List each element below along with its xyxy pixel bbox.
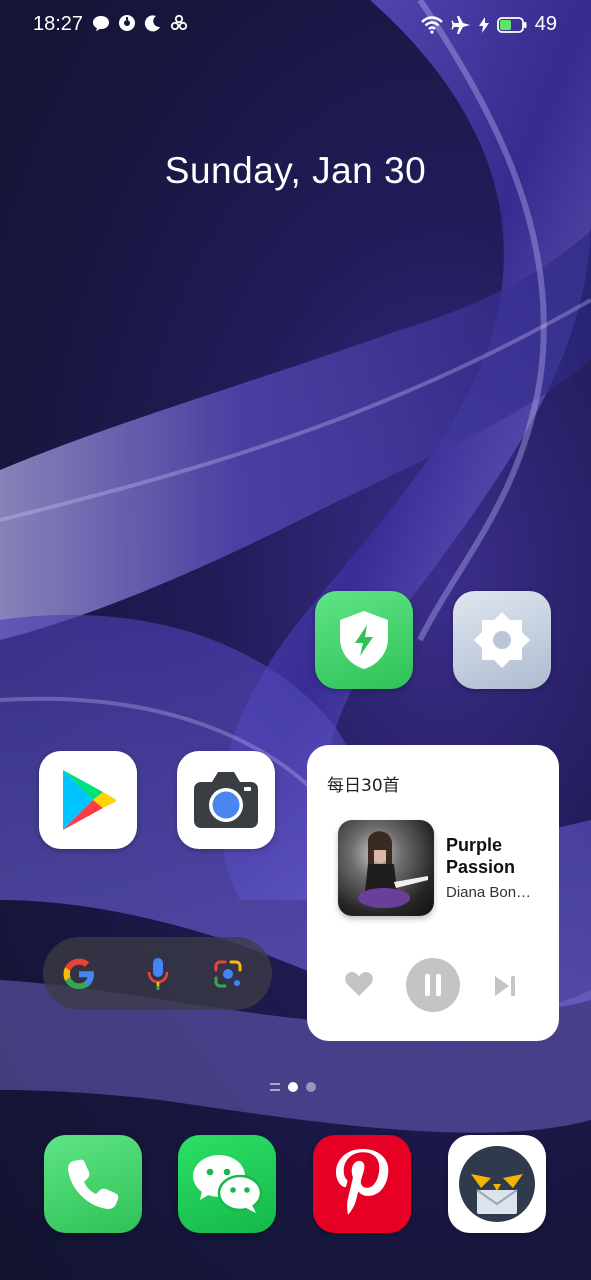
wifi-icon — [420, 15, 443, 34]
artist-name: Diana Bon… — [446, 884, 532, 901]
lens-icon[interactable] — [213, 959, 243, 989]
music-widget-title: 每日30首 — [327, 776, 400, 796]
page-dot — [306, 1082, 316, 1092]
fan-icon — [170, 14, 188, 31]
wechat-icon — [193, 1155, 263, 1213]
settings-app[interactable] — [453, 591, 551, 689]
owl-mail-app[interactable] — [448, 1135, 546, 1233]
play-store-app[interactable] — [39, 751, 137, 849]
status-time: 18:27 — [33, 13, 84, 35]
notification-icon — [119, 15, 135, 31]
play-store-icon — [63, 770, 117, 830]
pause-button[interactable] — [406, 958, 460, 1012]
charging-icon — [478, 16, 489, 33]
status-bar: 18:27 49 — [0, 0, 591, 52]
pause-icon — [425, 974, 441, 996]
gear-icon — [474, 612, 530, 668]
page-indicator[interactable] — [270, 1082, 316, 1092]
airplane-icon — [451, 15, 470, 34]
google-icon[interactable] — [61, 956, 97, 992]
feed-page-indicator — [270, 1083, 280, 1091]
camera-app[interactable] — [177, 751, 275, 849]
page-dot-active — [288, 1082, 298, 1092]
song-title: Purple Passion — [446, 835, 516, 877]
album-cover[interactable] — [338, 820, 434, 916]
mic-icon[interactable] — [146, 957, 170, 991]
shield-bolt-icon — [340, 611, 388, 669]
pinterest-app[interactable] — [313, 1135, 411, 1233]
phone-app[interactable] — [44, 1135, 142, 1233]
moon-icon — [144, 15, 160, 32]
music-widget[interactable]: 每日30首 Purple Passion Diana Bon… — [307, 745, 559, 1041]
battery-icon — [496, 16, 527, 33]
chat-bubble-icon — [93, 16, 109, 31]
google-search-bar[interactable] — [43, 937, 272, 1010]
phone-icon — [68, 1159, 119, 1209]
heart-icon[interactable] — [344, 971, 374, 997]
date-widget[interactable]: Sunday, Jan 30 — [0, 150, 591, 192]
owl-icon — [459, 1146, 535, 1222]
album-art-image — [358, 831, 428, 908]
battery-percentage: 49 — [534, 13, 557, 35]
wechat-app[interactable] — [178, 1135, 276, 1233]
pinterest-icon — [336, 1149, 389, 1215]
camera-icon — [194, 772, 258, 828]
skip-next-icon[interactable] — [493, 974, 517, 998]
security-app[interactable] — [315, 591, 413, 689]
